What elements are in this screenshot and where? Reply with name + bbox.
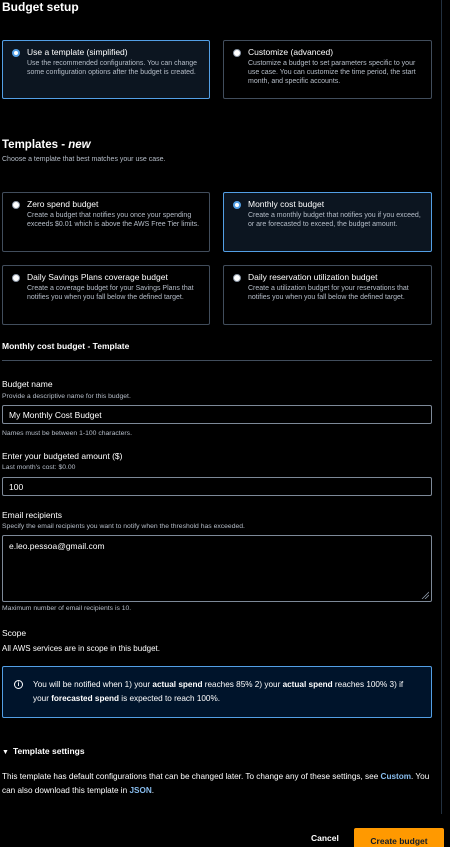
template-reservation-utilization[interactable]: Daily reservation utilization budget Cre… — [223, 265, 432, 325]
option-description: Use the recommended configurations. You … — [27, 60, 198, 76]
template-zero-spend[interactable]: Zero spend budget Create a budget that n… — [2, 192, 210, 252]
radio-icon[interactable] — [12, 201, 20, 209]
custom-link[interactable]: Custom — [381, 772, 411, 781]
radio-selected-icon[interactable] — [12, 49, 20, 57]
option-description: Create a coverage budget for your Saving… — [27, 285, 194, 301]
budget-setup-title: Budget setup — [2, 0, 79, 14]
template-form-title: Monthly cost budget - Template — [2, 341, 130, 351]
new-badge: new — [68, 139, 91, 151]
templates-subtitle: Choose a template that best matches your… — [2, 156, 166, 163]
cancel-button[interactable]: Cancel — [311, 833, 339, 843]
radio-icon[interactable] — [233, 49, 241, 57]
resize-handle-icon[interactable] — [421, 591, 429, 599]
amount-description: Last month's cost: $0.00 — [2, 464, 76, 471]
email-value: e.leo.pessoa@gmail.com — [9, 541, 105, 551]
radio-icon[interactable] — [233, 274, 241, 282]
info-emphasis: actual spend — [152, 680, 203, 689]
amount-input[interactable]: 100 — [2, 477, 432, 496]
budget-name-constraint: Names must be between 1-100 characters. — [2, 430, 132, 437]
option-description: Create a monthly budget that notifies yo… — [248, 212, 421, 228]
customize-option[interactable]: Customize (advanced) Customize a budget … — [223, 40, 432, 99]
use-template-option[interactable]: Use a template (simplified) Use the reco… — [2, 40, 210, 99]
option-title: Monthly cost budget — [248, 199, 325, 209]
option-title: Zero spend budget — [27, 199, 99, 209]
option-title: Customize (advanced) — [248, 47, 334, 57]
create-budget-button[interactable]: Create budget — [354, 828, 444, 847]
json-link[interactable]: JSON — [129, 786, 151, 795]
divider — [2, 360, 432, 361]
option-description: Create a budget that notifies you once y… — [27, 212, 200, 228]
option-description: Create a utilization budget for your res… — [248, 285, 409, 301]
email-description: Specify the email recipients you want to… — [2, 523, 245, 530]
settings-text-part: . — [151, 786, 155, 795]
info-text: You will be notified when 1) your — [33, 680, 153, 689]
notification-info-alert: i You will be notified when 1) your actu… — [2, 666, 432, 718]
scope-text: All AWS services are in scope in this bu… — [2, 644, 160, 653]
settings-text-part: This template has default configurations… — [2, 772, 381, 781]
info-text: is expected to reach 100%. — [119, 694, 221, 703]
template-settings-text: This template has default configurations… — [2, 770, 440, 798]
caret-down-icon: ▼ — [2, 749, 9, 756]
info-emphasis: forecasted spend — [51, 694, 119, 703]
email-label: Email recipients — [2, 510, 62, 520]
option-description: Customize a budget to set parameters spe… — [248, 60, 416, 85]
radio-icon[interactable] — [12, 274, 20, 282]
info-text: reaches 85% 2) your — [202, 680, 283, 689]
option-title: Daily Savings Plans coverage budget — [27, 272, 168, 282]
template-monthly-cost[interactable]: Monthly cost budget Create a monthly bud… — [223, 192, 432, 252]
option-title: Daily reservation utilization budget — [248, 272, 378, 282]
template-savings-plans-coverage[interactable]: Daily Savings Plans coverage budget Crea… — [2, 265, 210, 325]
email-constraint: Maximum number of email recipients is 10… — [2, 605, 132, 612]
scope-label: Scope — [2, 628, 27, 638]
info-icon: i — [14, 680, 23, 689]
budget-name-label: Budget name — [2, 379, 53, 389]
budget-name-description: Provide a descriptive name for this budg… — [2, 393, 131, 400]
option-title: Use a template (simplified) — [27, 47, 128, 57]
info-emphasis: actual spend — [282, 680, 333, 689]
expander-title: Template settings — [12, 746, 85, 756]
amount-label: Enter your budgeted amount ($) — [2, 451, 123, 461]
template-settings-expander[interactable]: ▼ Template settings — [2, 746, 85, 756]
radio-selected-icon[interactable] — [233, 201, 241, 209]
budget-name-input[interactable]: My Monthly Cost Budget — [2, 405, 432, 424]
email-recipients-textarea[interactable]: e.leo.pessoa@gmail.com — [2, 535, 432, 602]
templates-title: Templates - — [2, 139, 69, 151]
templates-heading: Templates - new — [2, 139, 91, 151]
